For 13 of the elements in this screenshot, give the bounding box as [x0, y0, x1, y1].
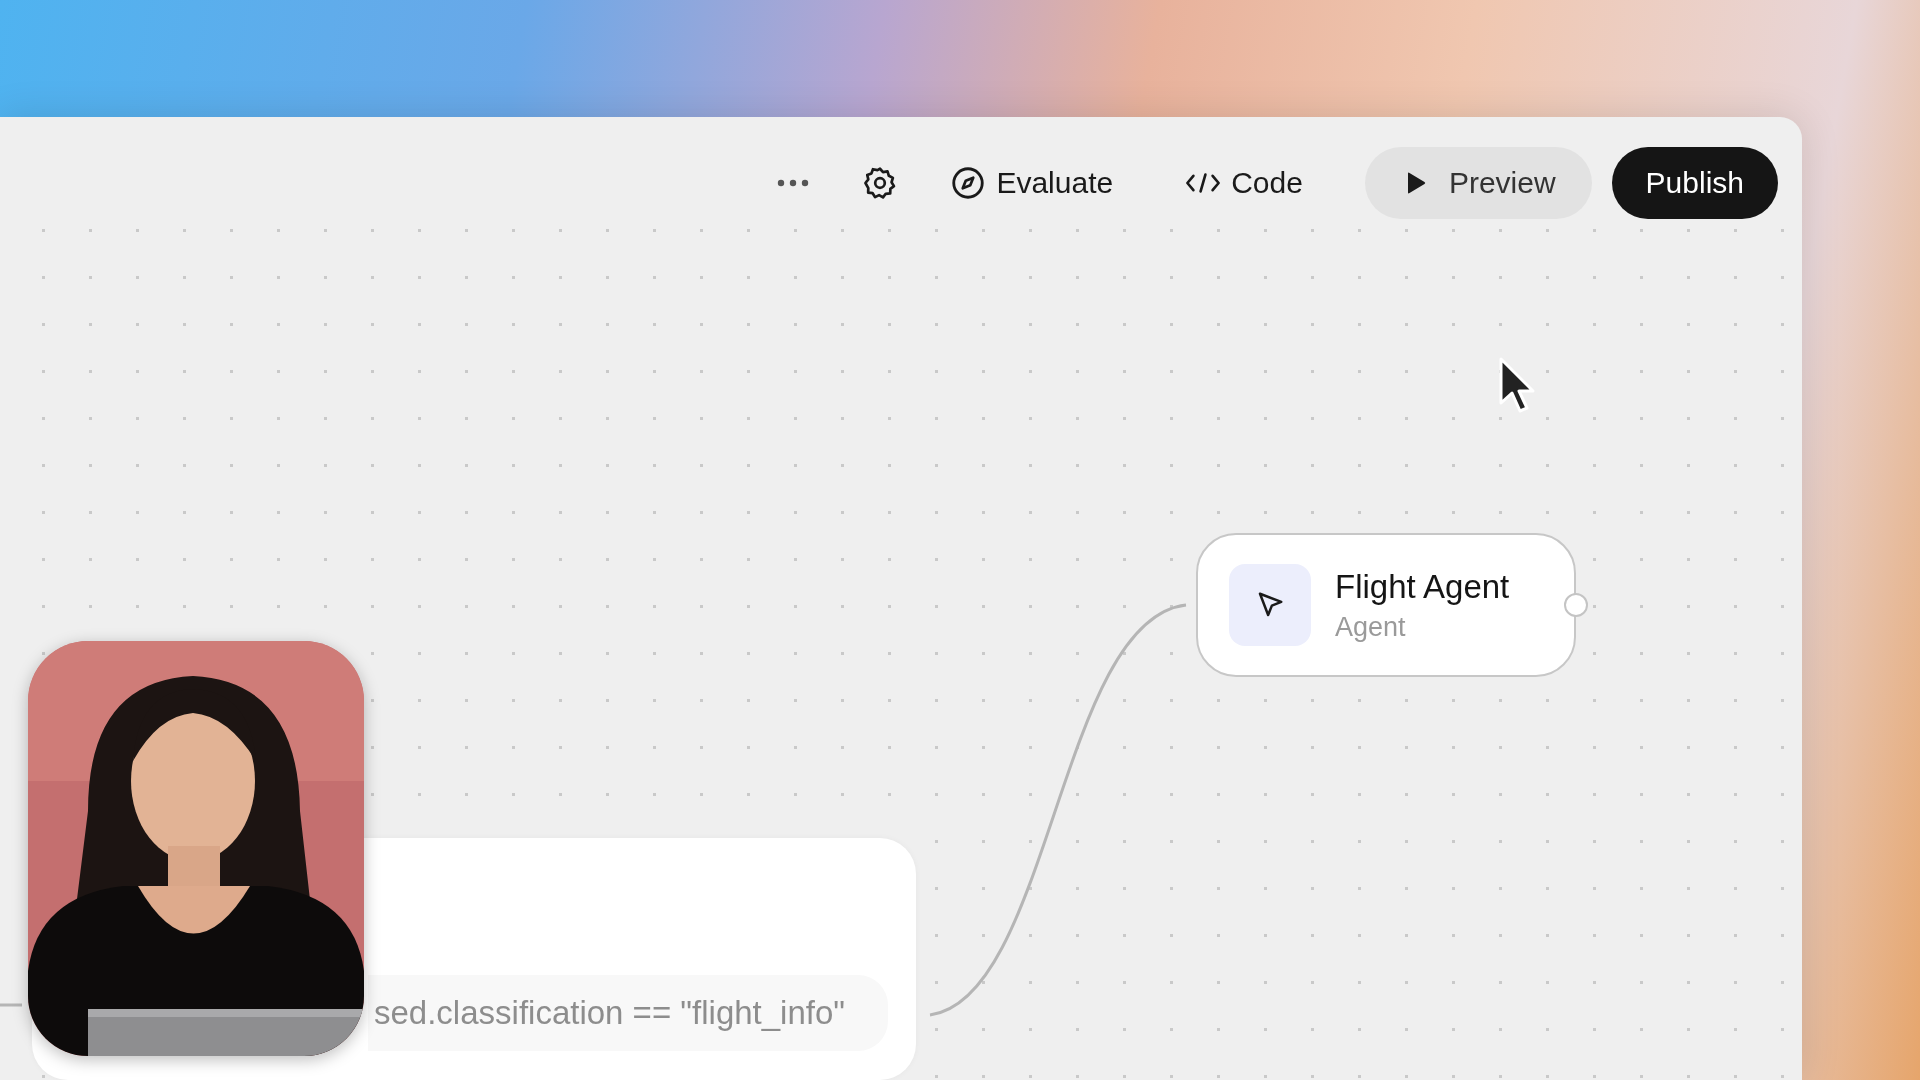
agent-node[interactable]: Flight Agent Agent: [1196, 533, 1576, 677]
publish-button[interactable]: Publish: [1611, 147, 1778, 219]
node-type-label: Agent: [1335, 611, 1407, 643]
evaluate-button[interactable]: Evaluate: [944, 159, 1120, 207]
code-icon: [1185, 171, 1222, 195]
cursor-tile-icon: [1229, 564, 1311, 646]
connector-line: [0, 1003, 22, 1007]
more-icon: [776, 178, 811, 188]
code-button[interactable]: Code: [1179, 160, 1309, 206]
node-title: Flight Agent: [1335, 567, 1510, 606]
condition-expression: sed.classification == "flight_info": [374, 994, 846, 1032]
preview-button[interactable]: Preview: [1364, 147, 1592, 219]
compass-icon: [950, 165, 987, 201]
